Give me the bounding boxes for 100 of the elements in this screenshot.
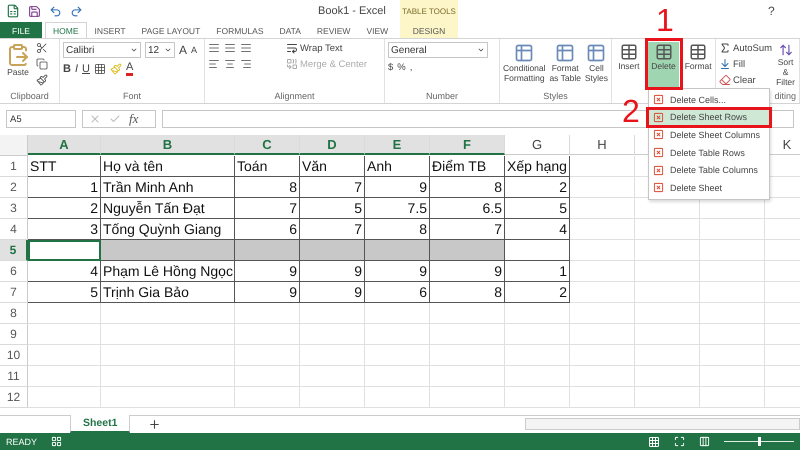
- table-style-icon: [514, 43, 534, 63]
- row-header[interactable]: 6: [0, 261, 28, 282]
- caret-icon[interactable]: [164, 46, 172, 54]
- menu-item[interactable]: Delete Cells...: [649, 91, 769, 109]
- row-header[interactable]: 1: [0, 156, 28, 177]
- caret-icon[interactable]: [130, 46, 138, 54]
- ribbon-tab[interactable]: VIEW: [358, 22, 396, 38]
- column-header[interactable]: D: [300, 135, 365, 155]
- align-top-icon[interactable]: [208, 42, 220, 54]
- insert-function-button[interactable]: fx: [129, 111, 138, 127]
- menu-item[interactable]: Delete Table Columns: [649, 161, 769, 179]
- cut-icon[interactable]: [36, 42, 48, 54]
- add-sheet-icon[interactable]: [148, 418, 162, 431]
- comma-button[interactable]: ,: [410, 62, 412, 73]
- ribbon-tab[interactable]: FILE: [0, 22, 42, 38]
- table-cell: Anh: [365, 156, 430, 177]
- cells-button[interactable]: Format: [684, 42, 712, 90]
- italic-button[interactable]: I: [74, 63, 78, 75]
- ribbon-tab[interactable]: FORMULAS: [208, 22, 272, 38]
- ribbon-tab[interactable]: REVIEW: [308, 22, 358, 38]
- menu-item[interactable]: Delete Sheet Columns: [649, 126, 769, 144]
- styles-button[interactable]: Format as Table: [548, 42, 582, 90]
- ribbon-tab[interactable]: DATA: [272, 22, 309, 38]
- row-header[interactable]: 4: [0, 219, 28, 240]
- sheet-tab[interactable]: Sheet1: [70, 415, 130, 433]
- grow-font-button[interactable]: A: [179, 43, 188, 57]
- underline-button[interactable]: U: [82, 63, 90, 75]
- row-header[interactable]: 9: [0, 324, 28, 345]
- zoom-thumb[interactable]: [758, 437, 761, 446]
- table-cell: [300, 366, 365, 387]
- help-button[interactable]: ?: [768, 4, 775, 18]
- row-header[interactable]: 11: [0, 366, 28, 387]
- align-center-icon[interactable]: [224, 58, 236, 70]
- table-cell: [505, 240, 570, 261]
- row-header[interactable]: 7: [0, 282, 28, 303]
- table-cell: [635, 219, 700, 240]
- font-name-field[interactable]: Calibri: [63, 42, 141, 58]
- align-left-icon[interactable]: [208, 58, 220, 70]
- align-right-icon[interactable]: [240, 58, 252, 70]
- column-header[interactable]: E: [365, 135, 430, 155]
- clear-button[interactable]: Clear: [719, 74, 756, 86]
- shrink-font-button[interactable]: A: [191, 45, 198, 55]
- sort-filter-button[interactable]: Sort & Filter: [775, 42, 796, 90]
- undo-icon[interactable]: [49, 4, 62, 18]
- fill-button[interactable]: Fill: [719, 58, 746, 70]
- ribbon-tab[interactable]: HOME: [45, 22, 86, 38]
- autosum-button[interactable]: AutoSum: [719, 42, 772, 54]
- ribbon-tab[interactable]: INSERT: [86, 22, 134, 38]
- cells-button[interactable]: Insert: [615, 42, 643, 90]
- bold-button[interactable]: B: [63, 63, 71, 75]
- menu-item[interactable]: Delete Table Rows: [649, 144, 769, 162]
- row-header[interactable]: 2: [0, 177, 28, 198]
- percent-button[interactable]: %: [397, 62, 406, 73]
- styles-button[interactable]: Conditional Formatting: [503, 42, 546, 90]
- column-header[interactable]: H: [570, 135, 635, 155]
- column-header[interactable]: C: [235, 135, 300, 155]
- column-header[interactable]: B: [101, 135, 235, 155]
- row-header[interactable]: 10: [0, 345, 28, 366]
- paste-button[interactable]: Paste: [3, 42, 33, 90]
- font-color-button[interactable]: A: [126, 62, 134, 76]
- table-cell: [700, 387, 765, 408]
- column-header[interactable]: F: [430, 135, 505, 155]
- ribbon-tab[interactable]: PAGE LAYOUT: [134, 22, 208, 38]
- menu-item[interactable]: Delete Sheet: [649, 178, 769, 197]
- horizontal-scrollbar[interactable]: [525, 418, 800, 430]
- save-icon[interactable]: [28, 4, 41, 18]
- align-bottom-icon[interactable]: [240, 42, 252, 54]
- align-middle-icon[interactable]: [224, 42, 236, 54]
- column-header[interactable]: A: [28, 135, 101, 155]
- page-break-icon[interactable]: [699, 436, 710, 447]
- delete-icon: [653, 182, 664, 194]
- styles-button[interactable]: Cell Styles: [584, 42, 608, 90]
- ribbon-tab[interactable]: DESIGN: [400, 22, 458, 38]
- currency-button[interactable]: $: [388, 62, 394, 73]
- table-cell: Nguyễn Tấn Đạt: [101, 198, 235, 219]
- fill-color-icon[interactable]: [110, 63, 122, 75]
- row-header[interactable]: 12: [0, 387, 28, 408]
- wrap-text-button[interactable]: Wrap Text: [286, 42, 342, 54]
- macro-icon[interactable]: [51, 436, 62, 447]
- borders-icon[interactable]: [94, 63, 106, 75]
- table-cell: [365, 366, 430, 387]
- table-cell: [300, 324, 365, 345]
- normal-view-icon[interactable]: [648, 436, 660, 448]
- font-size-field[interactable]: 12: [145, 42, 175, 58]
- table-cell: 9: [365, 261, 430, 282]
- paintbrush-icon[interactable]: [36, 74, 48, 86]
- row-header[interactable]: 8: [0, 303, 28, 324]
- row-header[interactable]: 5: [0, 240, 28, 261]
- table-cell: 9: [300, 282, 365, 303]
- page-layout-icon[interactable]: [674, 436, 685, 447]
- number-format-field[interactable]: General: [388, 42, 488, 58]
- row-header[interactable]: 3: [0, 198, 28, 219]
- column-header[interactable]: G: [505, 135, 570, 155]
- caret-icon[interactable]: [477, 46, 485, 54]
- cells-button[interactable]: Delete: [648, 42, 680, 90]
- redo-icon[interactable]: [70, 4, 83, 18]
- name-box[interactable]: A5: [6, 110, 76, 128]
- table-cell: [300, 387, 365, 408]
- wrap-text-icon: [286, 42, 298, 54]
- copy-icon[interactable]: [36, 58, 48, 70]
